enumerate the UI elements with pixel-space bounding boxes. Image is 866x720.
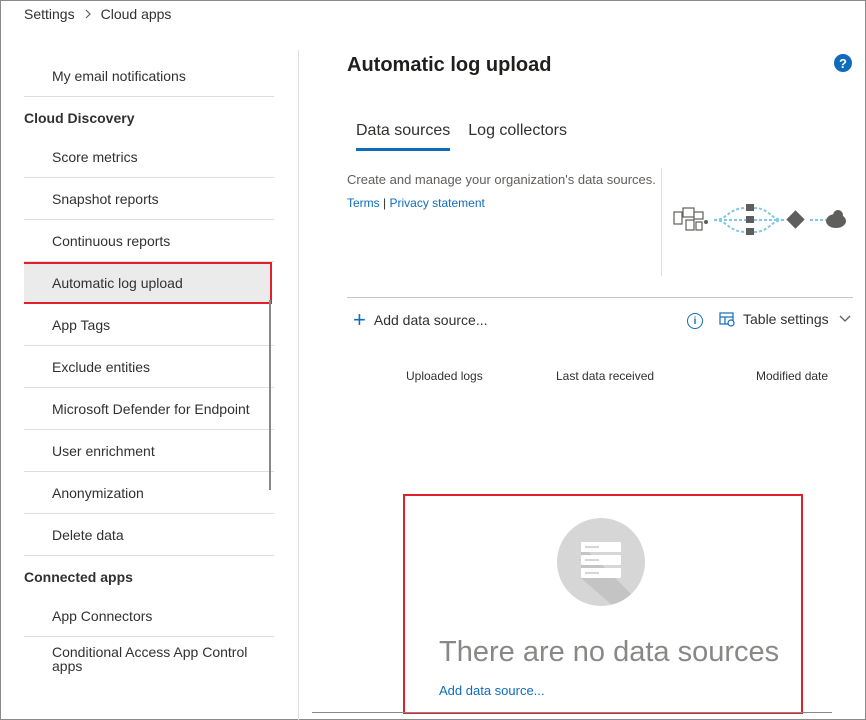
add-data-source-label: Add data source... [373,312,488,328]
horizontal-scrollbar[interactable] [312,712,832,713]
sidebar-item-label: Score metrics [52,148,138,165]
sidebar-item-label: Exclude entities [52,358,151,375]
breadcrumb: Settings Cloud apps [24,6,171,22]
tab-bar: Data sources Log collectors [356,122,585,151]
tab-data-sources[interactable]: Data sources [356,122,451,151]
sidebar-item-snapshot-reports[interactable]: Snapshot reports [24,178,274,220]
plus-icon: + [353,307,366,332]
sidebar-item-app-connectors[interactable]: App Connectors [24,595,274,637]
sidebar-item-label: Microsoft Defender for Endpoint [52,400,250,417]
column-header-uploaded-logs[interactable]: Uploaded logs [406,369,483,383]
info-icon[interactable]: i [687,313,703,329]
data-source-server-icon [557,518,645,606]
sidebar-item-label: My email notifications [52,68,186,84]
sidebar-item-anonymization[interactable]: Anonymization [24,472,274,514]
table-settings-button[interactable]: Table settings [719,311,851,327]
sidebar-item-user-enrichment[interactable]: User enrichment [24,430,274,472]
sidebar-item-score-metrics[interactable]: Score metrics [24,136,274,178]
section-heading-connected-apps: Connected apps [24,569,133,585]
table-settings-icon [719,312,735,327]
page-title: Automatic log upload [347,54,552,76]
privacy-statement-link[interactable]: Privacy statement [389,196,484,210]
sidebar-item-automatic-log-upload[interactable]: Automatic log upload [24,262,272,304]
column-header-modified-date[interactable]: Modified date [756,369,828,383]
sidebar-item-continuous-reports[interactable]: Continuous reports [24,220,274,262]
chevron-right-icon [83,9,93,19]
empty-state-add-data-source-link[interactable]: Add data source... [439,683,545,698]
section-heading-cloud-discovery: Cloud Discovery [24,110,135,126]
sidebar-item-label: Conditional Access App Control apps [52,644,248,674]
sidebar-item-label: App Connectors [52,607,153,624]
sidebar-item-conditional-access-app-control[interactable]: Conditional Access App Control apps [24,637,274,681]
breadcrumb-current: Cloud apps [100,6,172,22]
empty-state-title: There are no data sources [439,636,780,668]
breadcrumb-settings-link[interactable]: Settings [24,6,75,22]
sidebar-item-delete-data[interactable]: Delete data [24,514,274,556]
sidebar-divider [298,50,299,720]
links-separator: | [383,196,387,210]
terms-link[interactable]: Terms [347,196,380,210]
empty-state: There are no data sources Add data sourc… [403,494,803,714]
toolbar-divider [347,297,853,298]
sidebar-item-label: Delete data [52,526,124,543]
sidebar-item-label: Snapshot reports [52,190,159,207]
sidebar-item-app-tags[interactable]: App Tags [24,304,274,346]
settings-sidebar: My email notifications Cloud Discovery S… [24,56,274,720]
tab-log-collectors[interactable]: Log collectors [468,122,567,151]
legal-links: Terms | Privacy statement [347,196,485,210]
help-icon[interactable]: ? [834,54,852,72]
table-settings-label: Table settings [743,311,829,327]
sidebar-item-label: Continuous reports [52,232,171,249]
sidebar-item-exclude-entities[interactable]: Exclude entities [24,346,274,388]
chevron-down-icon [839,315,851,322]
sidebar-item-label: User enrichment [52,442,155,459]
sidebar-item-label: App Tags [52,316,111,333]
sidebar-item-label: Automatic log upload [52,275,183,291]
add-data-source-button[interactable]: + Add data source... [353,307,488,332]
page-description: Create and manage your organization's da… [347,172,656,187]
sidebar-item-email-notifications[interactable]: My email notifications [24,56,274,97]
description-divider [661,168,662,276]
sidebar-item-label: Anonymization [52,484,144,501]
log-upload-flow-illustration [673,204,846,235]
column-header-last-data-received[interactable]: Last data received [556,369,654,383]
sidebar-item-defender-for-endpoint[interactable]: Microsoft Defender for Endpoint [24,388,274,430]
sidebar-scrollbar[interactable] [269,300,271,490]
